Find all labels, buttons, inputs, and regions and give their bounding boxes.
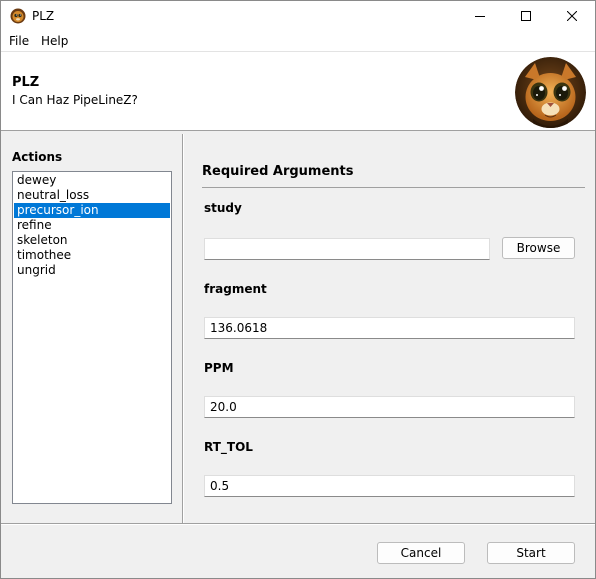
vertical-splitter[interactable]: [182, 134, 184, 523]
title-bar[interactable]: PLZ: [1, 1, 595, 31]
list-item[interactable]: timothee: [14, 248, 170, 263]
list-item[interactable]: skeleton: [14, 233, 170, 248]
minimize-icon: [475, 16, 485, 17]
footer-divider: [1, 523, 595, 525]
required-arguments-title: Required Arguments: [202, 164, 354, 179]
cancel-button[interactable]: Cancel: [377, 542, 465, 564]
menu-help[interactable]: Help: [41, 34, 68, 48]
list-item[interactable]: ungrid: [14, 263, 170, 278]
menu-bar: File Help: [1, 31, 595, 51]
window-title: PLZ: [32, 9, 55, 23]
rt-tol-label: RT_TOL: [204, 440, 253, 454]
start-button[interactable]: Start: [487, 542, 575, 564]
ppm-label: PPM: [204, 361, 234, 375]
study-input[interactable]: [204, 238, 490, 260]
header-subtitle: I Can Haz PipeLineZ?: [12, 93, 138, 107]
list-item[interactable]: neutral_loss: [14, 188, 170, 203]
minimize-button[interactable]: [457, 1, 503, 31]
list-item[interactable]: dewey: [14, 173, 170, 188]
maximize-button[interactable]: [503, 1, 549, 31]
actions-label: Actions: [12, 150, 63, 164]
browse-button[interactable]: Browse: [502, 237, 575, 259]
study-label: study: [204, 201, 242, 215]
ppm-input[interactable]: [204, 396, 575, 418]
rt-tol-input[interactable]: [204, 475, 575, 497]
app-window: PLZ File Help PLZ I Can Haz PipeLineZ? A…: [0, 0, 596, 579]
close-button[interactable]: [549, 1, 595, 31]
fragment-label: fragment: [204, 282, 267, 296]
menu-file[interactable]: File: [9, 34, 29, 48]
fragment-input[interactable]: [204, 317, 575, 339]
cat-avatar-icon: [515, 57, 586, 128]
list-item[interactable]: refine: [14, 218, 170, 233]
header-banner: PLZ I Can Haz PipeLineZ?: [1, 51, 595, 131]
cat-app-icon: [10, 8, 26, 24]
header-title: PLZ: [12, 75, 40, 90]
list-item-selected[interactable]: precursor_ion: [14, 203, 170, 218]
close-icon: [567, 11, 577, 21]
maximize-icon: [521, 11, 531, 21]
actions-listbox[interactable]: dewey neutral_loss precursor_ion refine …: [12, 171, 172, 504]
section-divider: [202, 187, 585, 188]
